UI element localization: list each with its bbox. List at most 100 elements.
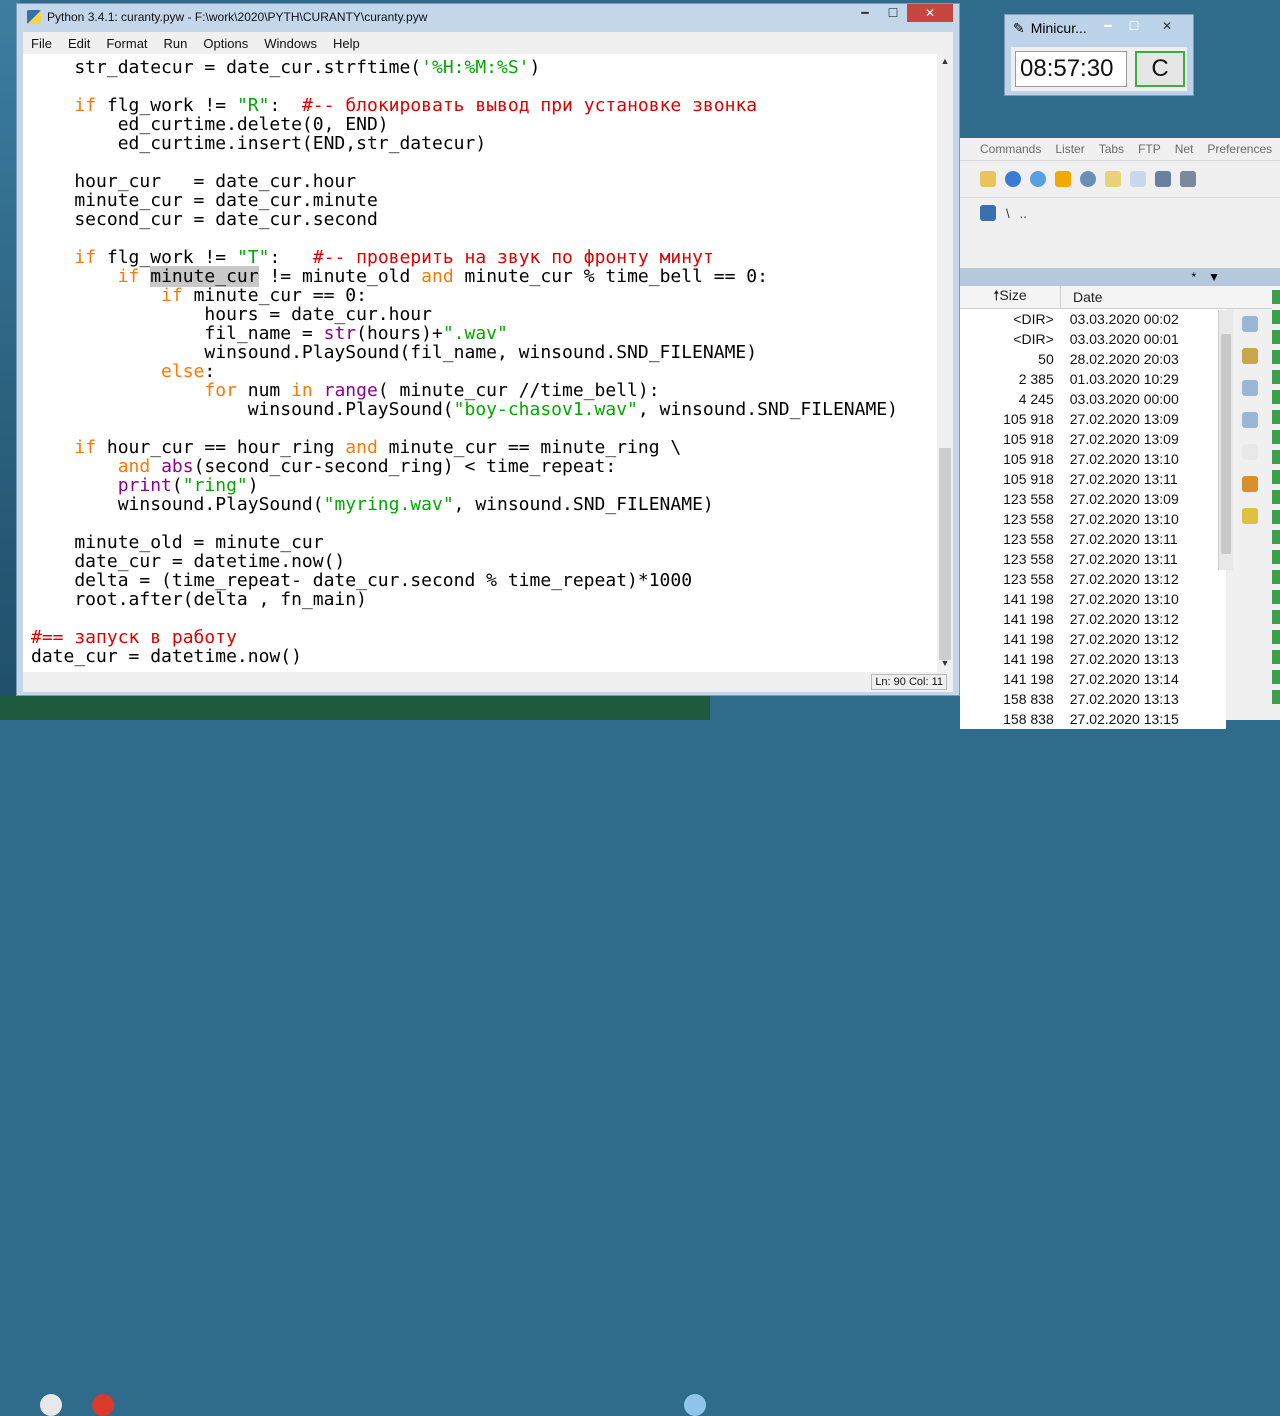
browser-icon[interactable] (1005, 171, 1021, 187)
menu-windows[interactable]: Windows (256, 36, 325, 51)
tc-path-root[interactable]: \ (1006, 206, 1010, 221)
code-line[interactable]: ed_curtime.delete(0, END) (31, 115, 898, 134)
file-row[interactable]: 123 558 27.02.2020 13:12 (960, 569, 1226, 589)
tc-menu-lister[interactable]: Lister (1055, 142, 1084, 156)
code-line[interactable]: ed_curtime.insert(END,str_datecur) (31, 134, 898, 153)
file-row[interactable]: <DIR> 03.03.2020 00:01 (960, 329, 1226, 349)
scroll-up-icon[interactable]: ▲ (937, 54, 953, 68)
file-row[interactable]: 105 918 27.02.2020 13:11 (960, 469, 1226, 489)
code-text[interactable]: str_datecur = date_cur.strftime('%H:%M:%… (31, 58, 898, 666)
chrome-icon[interactable] (92, 1394, 114, 1416)
c-button[interactable]: C (1135, 51, 1185, 87)
tc-menu-commands[interactable]: Commands (980, 142, 1041, 156)
file-row[interactable]: 105 918 27.02.2020 13:09 (960, 409, 1226, 429)
menu-edit[interactable]: Edit (60, 36, 98, 51)
minimize-button[interactable]: ━ (851, 4, 879, 22)
tc-menu-ftp[interactable]: FTP (1138, 142, 1161, 156)
chevron-down-icon[interactable]: ▼ (1208, 270, 1220, 284)
tc-col-size[interactable]: 🠕Size (960, 285, 1061, 309)
file-row[interactable]: 105 918 27.02.2020 13:09 (960, 429, 1226, 449)
file-row[interactable]: 158 838 27.02.2020 13:13 (960, 689, 1226, 709)
code-line[interactable] (31, 514, 898, 533)
search-icon[interactable] (1080, 171, 1096, 187)
copy-files-icon[interactable] (1242, 380, 1258, 396)
file-row[interactable]: 141 198 27.02.2020 13:12 (960, 609, 1226, 629)
menu-help[interactable]: Help (325, 36, 368, 51)
scroll-down-icon[interactable]: ▼ (937, 656, 953, 670)
pack-icon[interactable] (1180, 171, 1196, 187)
find-icon[interactable] (1242, 316, 1258, 332)
code-line[interactable]: #== запуск в работу (31, 628, 898, 647)
code-line[interactable]: hour_cur = date_cur.hour (31, 172, 898, 191)
code-line[interactable]: if flg_work != "T": #-- проверить на зву… (31, 248, 898, 267)
file-row[interactable]: 105 918 27.02.2020 13:10 (960, 449, 1226, 469)
code-line[interactable]: second_cur = date_cur.second (31, 210, 898, 229)
file-row[interactable]: 4 245 03.03.2020 00:00 (960, 389, 1226, 409)
tc-col-date[interactable]: Date (1061, 289, 1223, 305)
edit-icon[interactable] (1242, 348, 1258, 364)
code-line[interactable]: minute_old = minute_cur (31, 533, 898, 552)
code-line[interactable]: print("ring") (31, 476, 898, 495)
tc-menu-net[interactable]: Net (1175, 142, 1194, 156)
code-line[interactable]: if minute_cur != minute_old and minute_c… (31, 266, 898, 287)
minimize-button[interactable]: ━ (1095, 17, 1121, 35)
menu-file[interactable]: File (23, 36, 60, 51)
code-line[interactable]: if flg_work != "R": #-- блокировать выво… (31, 96, 898, 115)
file-row[interactable]: 50 28.02.2020 20:03 (960, 349, 1226, 369)
notepad-icon[interactable] (980, 171, 996, 187)
file-row[interactable]: 123 558 27.02.2020 13:11 (960, 529, 1226, 549)
code-line[interactable] (31, 229, 898, 248)
idle-titlebar[interactable]: Python 3.4.1: curanty.pyw - F:\work\2020… (17, 4, 959, 30)
code-line[interactable]: fil_name = str(hours)+".wav" (31, 324, 898, 343)
menu-options[interactable]: Options (195, 36, 256, 51)
folder-sync-icon[interactable] (1105, 171, 1121, 187)
time-field[interactable]: 08:57:30 (1015, 51, 1127, 87)
file-row[interactable]: 141 198 27.02.2020 13:10 (960, 589, 1226, 609)
code-line[interactable]: if minute_cur == 0: (31, 286, 898, 305)
code-line[interactable] (31, 419, 898, 438)
file-row[interactable]: 123 558 27.02.2020 13:10 (960, 509, 1226, 529)
code-line[interactable]: hours = date_cur.hour (31, 305, 898, 324)
code-line[interactable]: root.after(delta , fn_main) (31, 590, 898, 609)
code-line[interactable]: delta = (time_repeat- date_cur.second % … (31, 571, 898, 590)
tc-scroll-thumb[interactable] (1221, 334, 1231, 554)
close-button[interactable]: ✕ (1147, 17, 1187, 35)
mkdir-icon[interactable] (1242, 476, 1258, 492)
code-line[interactable]: and abs(second_cur-second_ring) < time_r… (31, 457, 898, 476)
tc-scrollbar[interactable] (1218, 310, 1233, 570)
file-row[interactable]: 123 558 27.02.2020 13:11 (960, 549, 1226, 569)
file-row[interactable]: <DIR> 03.03.2020 00:02 (960, 309, 1226, 329)
new-folder-icon[interactable] (1242, 508, 1258, 524)
file-row[interactable]: 2 385 01.03.2020 10:29 (960, 369, 1226, 389)
menu-run[interactable]: Run (156, 36, 196, 51)
ftp-icon[interactable] (1155, 171, 1171, 187)
scroll-thumb[interactable] (939, 448, 951, 660)
maximize-button[interactable]: ☐ (879, 4, 907, 22)
file-row[interactable]: 158 838 27.02.2020 13:15 (960, 709, 1226, 729)
tc-path-up[interactable]: .. (1020, 206, 1027, 221)
maximize-button[interactable]: ☐ (1121, 17, 1147, 35)
code-line[interactable] (31, 609, 898, 628)
tc-menu-tabs[interactable]: Tabs (1099, 142, 1124, 156)
move-files-icon[interactable] (1242, 412, 1258, 428)
code-line[interactable]: for num in range( minute_cur //time_bell… (31, 381, 898, 400)
code-line[interactable]: date_cur = datetime.now() (31, 552, 898, 571)
tc-filter[interactable]: * (1191, 270, 1196, 284)
code-line[interactable]: winsound.PlaySound("myring.wav", winsoun… (31, 495, 898, 514)
desktop-shortcut-icon[interactable] (40, 1394, 62, 1416)
close-button[interactable]: ✕ (907, 4, 953, 22)
code-line[interactable]: if hour_cur == hour_ring and minute_cur … (31, 438, 898, 457)
code-line[interactable]: winsound.PlaySound("boy-chasov1.wav", wi… (31, 400, 898, 419)
code-line[interactable] (31, 77, 898, 96)
vertical-scrollbar[interactable]: ▲ ▼ (937, 54, 953, 672)
file-row[interactable]: 141 198 27.02.2020 13:13 (960, 649, 1226, 669)
code-line[interactable]: date_cur = datetime.now() (31, 647, 898, 666)
menu-format[interactable]: Format (98, 36, 155, 51)
code-line[interactable]: minute_cur = date_cur.minute (31, 191, 898, 210)
file-row[interactable]: 141 198 27.02.2020 13:12 (960, 629, 1226, 649)
network-icon[interactable] (1030, 171, 1046, 187)
code-line[interactable] (31, 153, 898, 172)
drive-icon[interactable] (980, 205, 996, 221)
code-line[interactable]: else: (31, 362, 898, 381)
warning-icon[interactable] (1055, 171, 1071, 187)
